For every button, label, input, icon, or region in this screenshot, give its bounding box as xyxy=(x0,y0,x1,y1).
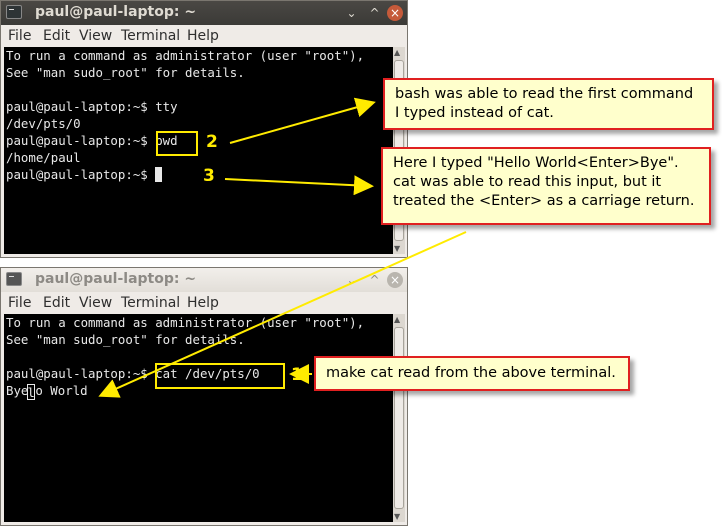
callout-make-cat: make cat read from the above terminal. xyxy=(314,356,630,391)
callout-hello-world: Here I typed "Hello World<Enter>Bye". ca… xyxy=(381,147,711,225)
arrow-to-first-command-callout xyxy=(229,97,376,144)
callout-first-command: bash was able to read the first command … xyxy=(383,78,714,130)
arrow-to-hello-world-callout xyxy=(224,175,374,196)
